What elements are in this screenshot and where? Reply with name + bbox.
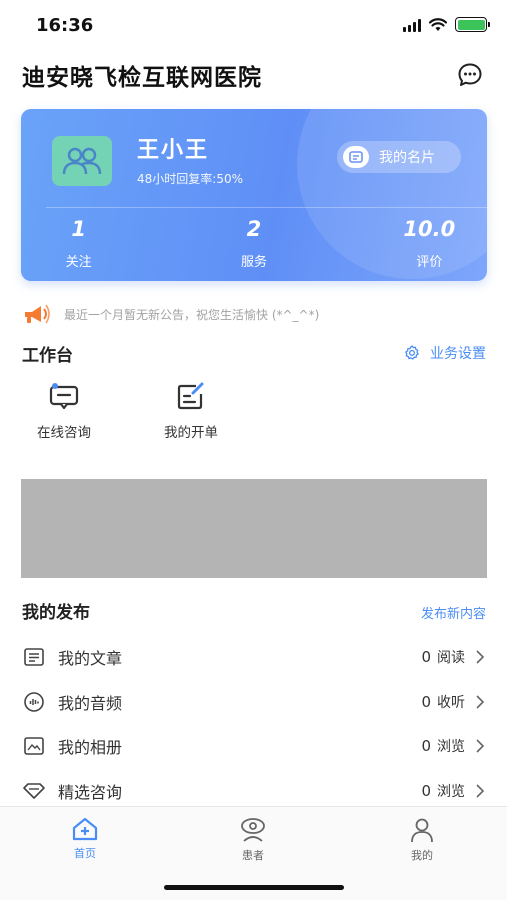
publish-item-unit: 收听 xyxy=(437,694,465,711)
doctor-name: 王小王 xyxy=(137,138,210,163)
diamond-icon xyxy=(22,779,46,803)
chevron-right-icon xyxy=(473,650,487,664)
publish-item-unit: 阅读 xyxy=(437,650,465,667)
stat-label: 评价 xyxy=(416,255,443,270)
battery-icon xyxy=(455,17,490,32)
tab-patients[interactable]: 患者 xyxy=(213,817,293,863)
app-title: 迪安晓飞检互联网医院 xyxy=(22,65,262,91)
audio-icon xyxy=(22,690,46,714)
publish-item-count: 0 xyxy=(421,648,431,667)
chat-consult-icon xyxy=(49,381,79,411)
publish-item-count: 0 xyxy=(421,781,431,800)
signal-icon xyxy=(403,18,421,32)
publish-item-label: 我的相册 xyxy=(58,738,123,758)
publish-item-label: 我的音频 xyxy=(58,693,123,713)
megaphone-icon xyxy=(25,304,50,324)
profile-card: 王小王 48小时回复率:50% 我的名片 1 关注 2 服务 10.0 评价 xyxy=(21,109,487,281)
business-settings-button[interactable]: 业务设置 xyxy=(404,343,486,363)
doctor-avatar-icon xyxy=(62,147,102,175)
publish-new-button[interactable]: 发布新内容 xyxy=(421,603,486,622)
reply-rate: 48小时回复率:50% xyxy=(137,172,243,186)
header: 迪安晓飞检互联网医院 xyxy=(22,58,487,92)
status-bar: 16:36 xyxy=(0,0,507,48)
stat-label: 关注 xyxy=(65,255,92,270)
gear-icon xyxy=(405,345,419,360)
notice-bar[interactable]: 最近一个月暂无新公告，祝您生活愉快 (*^_^*) xyxy=(22,303,319,325)
tool-label: 我的开单 xyxy=(164,425,218,441)
home-indicator xyxy=(164,885,344,890)
tab-mine[interactable]: 我的 xyxy=(382,817,462,863)
profile-icon xyxy=(411,818,433,843)
tool-online-consult[interactable]: 在线咨询 xyxy=(22,381,106,441)
stat-value: 10.0 xyxy=(403,217,456,241)
status-time: 16:36 xyxy=(36,15,94,36)
chevron-right-icon xyxy=(473,739,487,753)
publish-item-unit: 浏览 xyxy=(437,739,465,756)
chat-bubble-icon[interactable] xyxy=(457,62,483,88)
workbench-tools: 在线咨询 我的开单 xyxy=(22,381,276,441)
my-card-label: 我的名片 xyxy=(379,150,435,166)
stat-rating[interactable]: 10.0 评价 xyxy=(342,217,487,270)
stats-row: 1 关注 2 服务 10.0 评价 xyxy=(21,217,487,270)
publish-item-articles[interactable]: 我的文章 0 阅读 xyxy=(22,635,487,680)
publish-list: 我的文章 0 阅读 我的音频 0 收听 我的相册 0 浏览 精选咨询 0 浏览 xyxy=(22,635,487,813)
chevron-right-icon xyxy=(473,784,487,798)
status-icons xyxy=(403,17,490,32)
publish-item-album[interactable]: 我的相册 0 浏览 xyxy=(22,724,487,769)
card-icon xyxy=(343,146,369,168)
workbench-title: 工作台 xyxy=(22,346,73,366)
article-icon xyxy=(22,645,46,669)
avatar[interactable] xyxy=(52,136,112,186)
banner-image[interactable] xyxy=(21,479,487,578)
publish-title: 我的发布 xyxy=(22,603,90,623)
patient-icon xyxy=(241,818,265,842)
publish-item-count: 0 xyxy=(421,737,431,756)
tool-my-orders[interactable]: 我的开单 xyxy=(149,381,233,441)
edit-order-icon xyxy=(176,381,206,411)
tab-label: 首页 xyxy=(74,847,96,860)
chevron-right-icon xyxy=(473,695,487,709)
wifi-icon xyxy=(429,17,447,31)
tab-label: 我的 xyxy=(411,849,433,862)
album-icon xyxy=(22,734,46,758)
tab-home[interactable]: 首页 xyxy=(45,817,125,861)
stat-follow[interactable]: 1 关注 xyxy=(21,217,166,270)
stat-service[interactable]: 2 服务 xyxy=(166,217,341,270)
publish-item-label: 精选咨询 xyxy=(58,782,123,802)
stat-value: 1 xyxy=(71,217,86,241)
stat-value: 2 xyxy=(246,217,262,241)
publish-item-count: 0 xyxy=(421,692,431,711)
publish-item-label: 我的文章 xyxy=(58,649,123,669)
business-settings-label: 业务设置 xyxy=(430,346,486,362)
my-card-button[interactable]: 我的名片 xyxy=(337,141,461,173)
tab-label: 患者 xyxy=(242,849,264,862)
card-divider xyxy=(46,207,487,208)
home-icon xyxy=(72,817,98,841)
tool-label: 在线咨询 xyxy=(37,425,91,441)
notice-text: 最近一个月暂无新公告，祝您生活愉快 (*^_^*) xyxy=(64,307,320,322)
publish-item-unit: 浏览 xyxy=(437,783,465,800)
stat-label: 服务 xyxy=(240,255,267,270)
publish-item-audio[interactable]: 我的音频 0 收听 xyxy=(22,680,487,725)
